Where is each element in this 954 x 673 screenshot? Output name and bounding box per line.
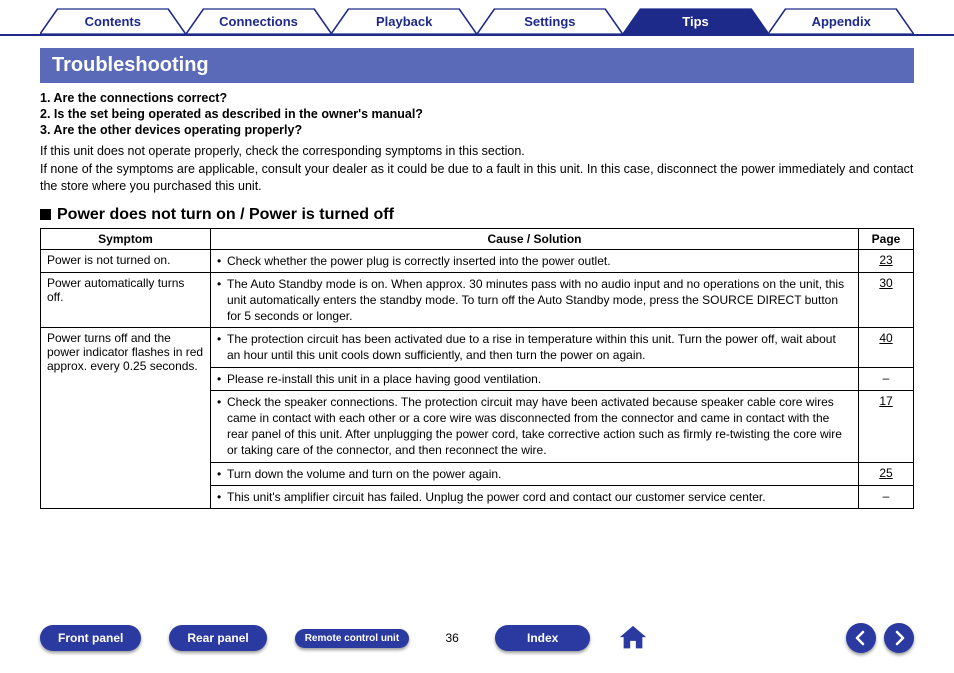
cell-cause: Turn down the volume and turn on the pow… [211, 462, 859, 485]
checklist-item: 3. Are the other devices operating prope… [40, 123, 914, 137]
cell-cause: The Auto Standby mode is on. When approx… [211, 272, 859, 328]
page-link[interactable]: 23 [879, 253, 892, 267]
tab-label: Contents [85, 14, 141, 29]
checklist: 1. Are the connections correct? 2. Is th… [40, 91, 914, 137]
table-header-row: Symptom Cause / Solution Page [41, 228, 914, 249]
prev-page-button[interactable] [846, 623, 876, 653]
cell-page: 40 [859, 328, 914, 367]
cell-cause: Check whether the power plug is correctl… [211, 249, 859, 272]
table-row: Power automatically turns off. The Auto … [41, 272, 914, 328]
subheading-text: Power does not turn on / Power is turned… [57, 206, 394, 224]
tab-tips[interactable]: Tips [623, 8, 769, 34]
page-number: 36 [437, 631, 467, 645]
cell-symptom: Power automatically turns off. [41, 272, 211, 328]
remote-control-button[interactable]: Remote control unit [295, 629, 409, 648]
front-panel-button[interactable]: Front panel [40, 625, 141, 651]
home-icon[interactable] [618, 624, 648, 652]
tab-label: Playback [376, 14, 432, 29]
index-button[interactable]: Index [495, 625, 590, 651]
cell-symptom: Power turns off and the power indicator … [41, 328, 211, 509]
square-bullet-icon [40, 209, 51, 220]
cell-page: 30 [859, 272, 914, 328]
footer-bar: Front panel Rear panel Remote control un… [0, 623, 954, 653]
tab-label: Appendix [812, 14, 871, 29]
subheading: Power does not turn on / Power is turned… [40, 206, 914, 224]
th-symptom: Symptom [41, 228, 211, 249]
next-page-button[interactable] [884, 623, 914, 653]
cell-cause: The protection circuit has been activate… [211, 328, 859, 367]
tab-label: Settings [524, 14, 575, 29]
page-link[interactable]: 30 [879, 276, 892, 290]
nav-arrows [846, 623, 914, 653]
cell-symptom: Power is not turned on. [41, 249, 211, 272]
cell-cause: Check the speaker connections. The prote… [211, 390, 859, 462]
cell-page: 17 [859, 390, 914, 462]
table-row: Power turns off and the power indicator … [41, 328, 914, 367]
tab-label: Tips [682, 14, 709, 29]
section-title: Troubleshooting [40, 48, 914, 83]
cell-page: – [859, 367, 914, 390]
cell-page: 25 [859, 462, 914, 485]
th-cause: Cause / Solution [211, 228, 859, 249]
page-link[interactable]: 25 [879, 466, 892, 480]
cell-cause: This unit's amplifier circuit has failed… [211, 485, 859, 508]
cell-page: – [859, 485, 914, 508]
cell-cause: Please re-install this unit in a place h… [211, 367, 859, 390]
checklist-item: 2. Is the set being operated as describe… [40, 107, 914, 121]
page-link[interactable]: 40 [879, 331, 892, 345]
tab-appendix[interactable]: Appendix [768, 8, 914, 34]
th-page: Page [859, 228, 914, 249]
tab-label: Connections [219, 14, 298, 29]
checklist-item: 1. Are the connections correct? [40, 91, 914, 105]
tab-contents[interactable]: Contents [40, 8, 186, 34]
tab-connections[interactable]: Connections [186, 8, 332, 34]
intro-p2: If none of the symptoms are applicable, … [40, 161, 914, 196]
rear-panel-button[interactable]: Rear panel [169, 625, 266, 651]
intro-p1: If this unit does not operate properly, … [40, 143, 914, 161]
tab-playback[interactable]: Playback [331, 8, 477, 34]
table-row: Power is not turned on. Check whether th… [41, 249, 914, 272]
page-link[interactable]: 17 [879, 394, 892, 408]
intro-text: If this unit does not operate properly, … [40, 143, 914, 196]
troubleshooting-table: Symptom Cause / Solution Page Power is n… [40, 228, 914, 509]
tab-settings[interactable]: Settings [477, 8, 623, 34]
top-tab-bar: Contents Connections Playback Settings T… [0, 0, 954, 36]
cell-page: 23 [859, 249, 914, 272]
